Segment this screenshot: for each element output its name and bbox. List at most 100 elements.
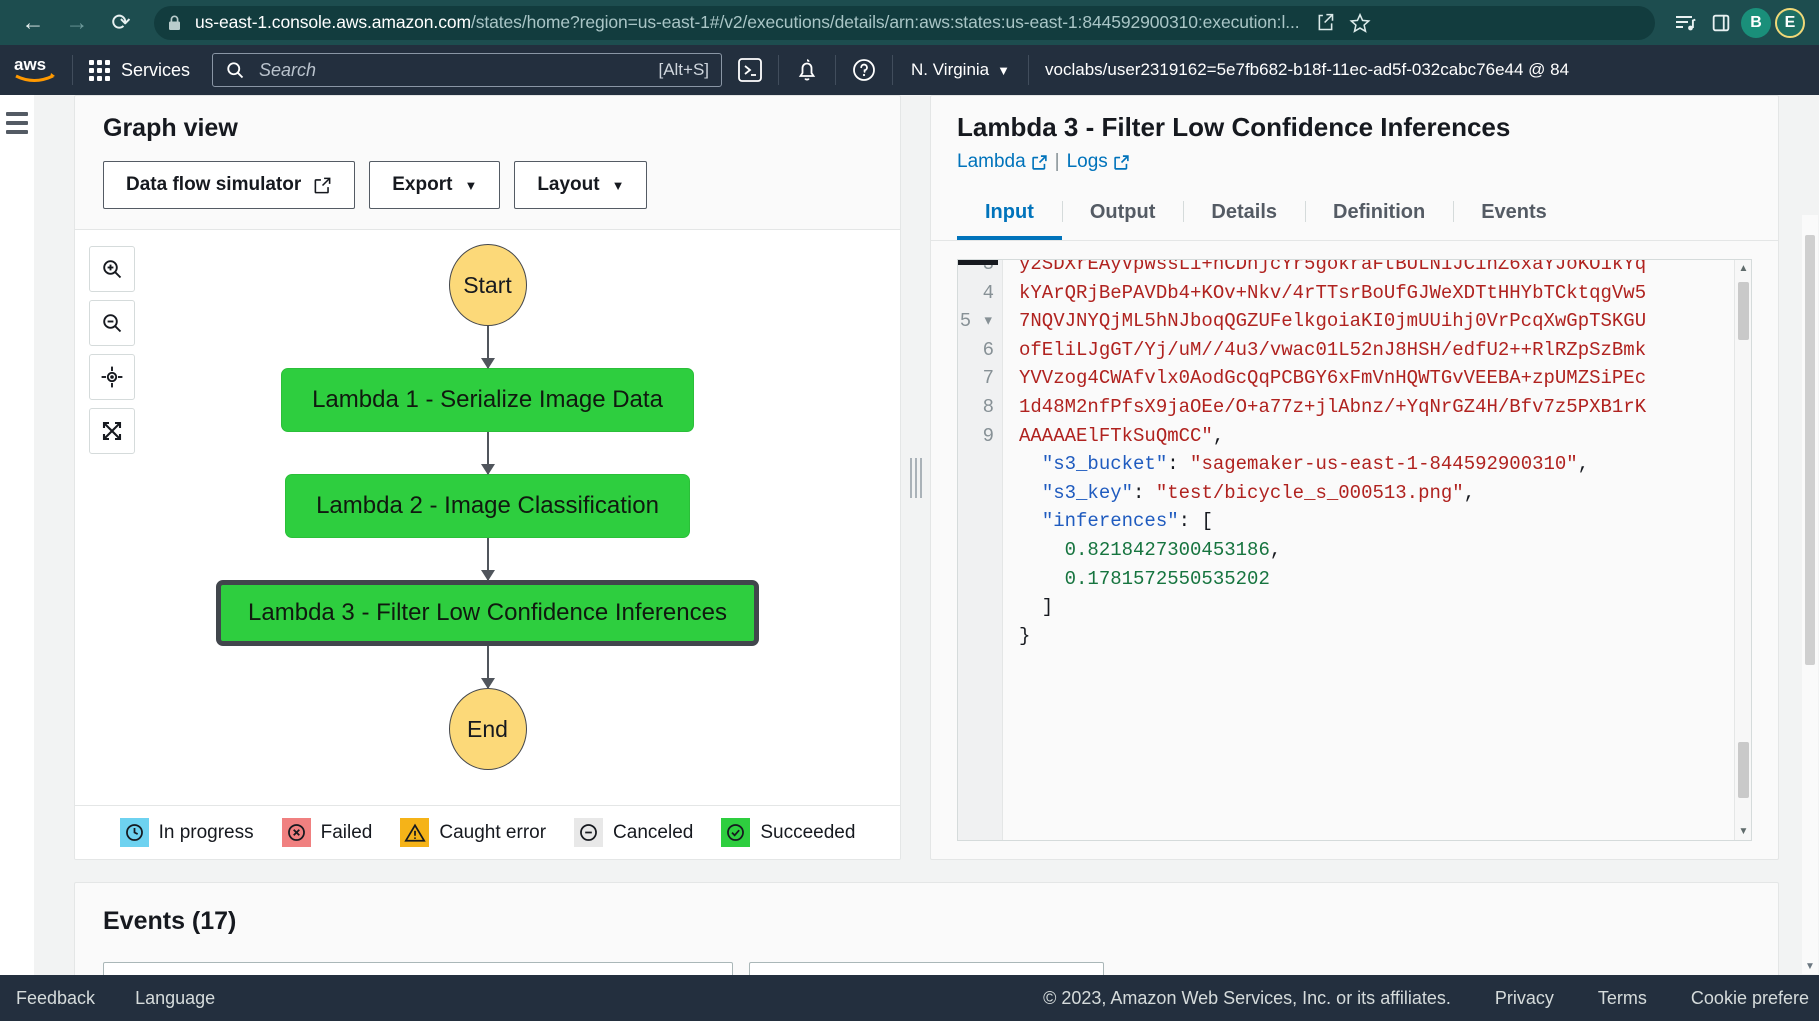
grid-icon bbox=[89, 59, 110, 81]
scroll-thumb[interactable] bbox=[1738, 282, 1749, 340]
privacy-link[interactable]: Privacy bbox=[1495, 988, 1554, 1009]
graph-node-end[interactable]: End bbox=[448, 688, 527, 770]
minus-circle-icon bbox=[574, 818, 604, 847]
lock-icon bbox=[168, 15, 181, 31]
chevron-down-icon: ▼ bbox=[464, 177, 478, 193]
tab-output[interactable]: Output bbox=[1061, 187, 1184, 240]
search-icon bbox=[225, 60, 245, 80]
panel-resize-handle[interactable] bbox=[901, 95, 930, 860]
export-button[interactable]: Export ▼ bbox=[369, 161, 501, 209]
omnibox-actions bbox=[1310, 7, 1376, 39]
reload-icon[interactable]: ⟳ bbox=[102, 4, 140, 42]
warning-triangle-icon bbox=[400, 818, 430, 847]
legend-label: Failed bbox=[320, 821, 373, 843]
back-arrow-icon[interactable]: ← bbox=[14, 4, 52, 42]
profile-avatar-b[interactable]: B bbox=[1741, 7, 1771, 38]
code-line: "s3_key": "test/bicycle_s_000513.png", bbox=[1041, 481, 1476, 504]
code-line: "inferences": [ bbox=[1041, 510, 1213, 533]
detail-title: Lambda 3 - Filter Low Confidence Inferen… bbox=[957, 112, 1511, 142]
footer-right-links: © 2023, Amazon Web Services, Inc. or its… bbox=[1043, 988, 1819, 1009]
tab-events[interactable]: Events bbox=[1453, 187, 1575, 240]
graph-node-start[interactable]: Start bbox=[448, 244, 527, 326]
code-line: ofEliLJgGT/Yj/uM//4u3/vwac01L52nJ8HSH/ed… bbox=[1019, 338, 1647, 361]
aws-logo[interactable]: aws bbox=[0, 55, 72, 85]
zoom-in-icon[interactable] bbox=[89, 246, 135, 292]
star-icon[interactable] bbox=[1344, 7, 1376, 39]
feedback-link[interactable]: Feedback bbox=[16, 988, 95, 1009]
region-selector[interactable]: N. Virginia ▼ bbox=[893, 45, 1028, 95]
detail-resource-links: Lambda | Logs bbox=[957, 151, 1752, 173]
code-line-numbers: 345 ▾ 6 7 8 9 bbox=[958, 260, 1003, 840]
browser-toolbar: ← → ⟳ us-east-1.console.aws.amazon.com/s… bbox=[0, 0, 1819, 45]
svg-text:aws: aws bbox=[14, 55, 46, 74]
scroll-thumb-lower[interactable] bbox=[1738, 742, 1749, 798]
tab-input[interactable]: Input bbox=[957, 187, 1062, 240]
address-bar[interactable]: us-east-1.console.aws.amazon.com/states/… bbox=[154, 5, 1655, 40]
search-input[interactable] bbox=[259, 59, 659, 81]
code-content[interactable]: y2SDXrEAyVpwssLi+nCDnjcYr5gokraFtBULN1JC… bbox=[1003, 260, 1751, 840]
code-top-marker bbox=[958, 260, 998, 265]
url-path: /states/home?region=us-east-1#/v2/execut… bbox=[470, 12, 1300, 32]
code-vertical-scrollbar[interactable]: ▲ ▼ bbox=[1734, 260, 1751, 840]
graph-edge bbox=[486, 326, 489, 368]
code-line-number: 7 bbox=[982, 367, 994, 390]
cookie-preferences-link[interactable]: Cookie prefere bbox=[1691, 988, 1809, 1009]
reading-list-icon[interactable] bbox=[1669, 7, 1701, 39]
footer-left-links: Feedback Language bbox=[0, 988, 215, 1009]
graph-node-lambda-1[interactable]: Lambda 1 - Serialize Image Data bbox=[281, 368, 694, 432]
profile-avatar-e[interactable]: E bbox=[1775, 7, 1805, 38]
share-icon[interactable] bbox=[1310, 7, 1342, 39]
graph-node-lambda-3[interactable]: Lambda 3 - Filter Low Confidence Inferen… bbox=[216, 580, 759, 646]
graph-canvas[interactable]: Start Lambda 1 - Serialize Image Data La… bbox=[75, 230, 900, 805]
global-search-box[interactable]: [Alt+S] bbox=[212, 53, 723, 87]
external-link-icon bbox=[314, 177, 331, 193]
data-flow-simulator-label: Data flow simulator bbox=[126, 174, 302, 195]
tab-definition[interactable]: Definition bbox=[1305, 187, 1453, 240]
scroll-up-arrow-icon[interactable]: ▲ bbox=[1735, 260, 1751, 277]
cloudshell-icon[interactable] bbox=[722, 45, 778, 95]
graph-node-lambda-2[interactable]: Lambda 2 - Image Classification bbox=[285, 474, 690, 538]
detail-header: Lambda 3 - Filter Low Confidence Inferen… bbox=[931, 96, 1778, 187]
code-line-number: 8 bbox=[982, 395, 994, 418]
terms-link[interactable]: Terms bbox=[1598, 988, 1647, 1009]
legend-label: Canceled bbox=[613, 821, 694, 843]
legend-item-failed: Failed bbox=[281, 818, 373, 847]
language-link[interactable]: Language bbox=[135, 988, 215, 1009]
step-detail-panel: Lambda 3 - Filter Low Confidence Inferen… bbox=[930, 95, 1818, 974]
page-body: Graph view Data flow simulator Export ▼ … bbox=[0, 95, 1819, 975]
lambda-link[interactable]: Lambda bbox=[957, 151, 1048, 173]
legend-item-caught-error: Caught error bbox=[400, 818, 546, 847]
data-flow-simulator-button[interactable]: Data flow simulator bbox=[103, 161, 356, 209]
question-circle-icon[interactable] bbox=[836, 45, 892, 95]
browser-extensions: B E bbox=[1669, 7, 1805, 39]
legend-item-in-progress: In progress bbox=[119, 818, 254, 847]
input-json-viewer[interactable]: 345 ▾ 6 7 8 9 y2SDXrEAyVpwssLi+nCDnjcYr5gokr… bbox=[957, 259, 1752, 841]
check-circle-icon bbox=[721, 818, 751, 847]
hamburger-menu-icon[interactable] bbox=[6, 112, 28, 134]
state-machine-graph: Start Lambda 1 - Serialize Image Data La… bbox=[75, 244, 900, 770]
logs-link[interactable]: Logs bbox=[1067, 151, 1130, 173]
zoom-out-icon[interactable] bbox=[89, 300, 135, 346]
account-menu[interactable]: voclabs/user2319162=5e7fb682-b18f-11ec-a… bbox=[1029, 45, 1819, 95]
events-filter-input[interactable] bbox=[103, 962, 733, 975]
fullscreen-icon[interactable] bbox=[89, 408, 135, 454]
link-divider: | bbox=[1054, 151, 1060, 172]
scroll-down-arrow-icon[interactable]: ▼ bbox=[1735, 823, 1751, 840]
layout-button[interactable]: Layout ▼ bbox=[514, 161, 648, 209]
services-menu-button[interactable]: Services bbox=[73, 45, 206, 95]
center-focus-icon[interactable] bbox=[89, 354, 135, 400]
events-type-select[interactable] bbox=[749, 962, 1104, 975]
resize-grip-icon bbox=[909, 457, 922, 498]
bell-icon[interactable] bbox=[779, 45, 835, 95]
url-text: us-east-1.console.aws.amazon.com/states/… bbox=[195, 12, 1300, 33]
side-panel-icon[interactable] bbox=[1705, 7, 1737, 39]
code-line: "s3_bucket": "sagemaker-us-east-1-844592… bbox=[1041, 453, 1590, 476]
code-line: 0.1781572550535202 bbox=[1064, 567, 1270, 590]
graph-edge bbox=[486, 646, 489, 688]
split-view: Graph view Data flow simulator Export ▼ … bbox=[74, 95, 1818, 974]
forward-arrow-icon[interactable]: → bbox=[58, 4, 96, 42]
copyright-text: © 2023, Amazon Web Services, Inc. or its… bbox=[1043, 987, 1451, 1008]
graph-edge bbox=[486, 538, 489, 580]
tab-details[interactable]: Details bbox=[1183, 187, 1305, 240]
external-link-icon bbox=[1031, 154, 1047, 170]
